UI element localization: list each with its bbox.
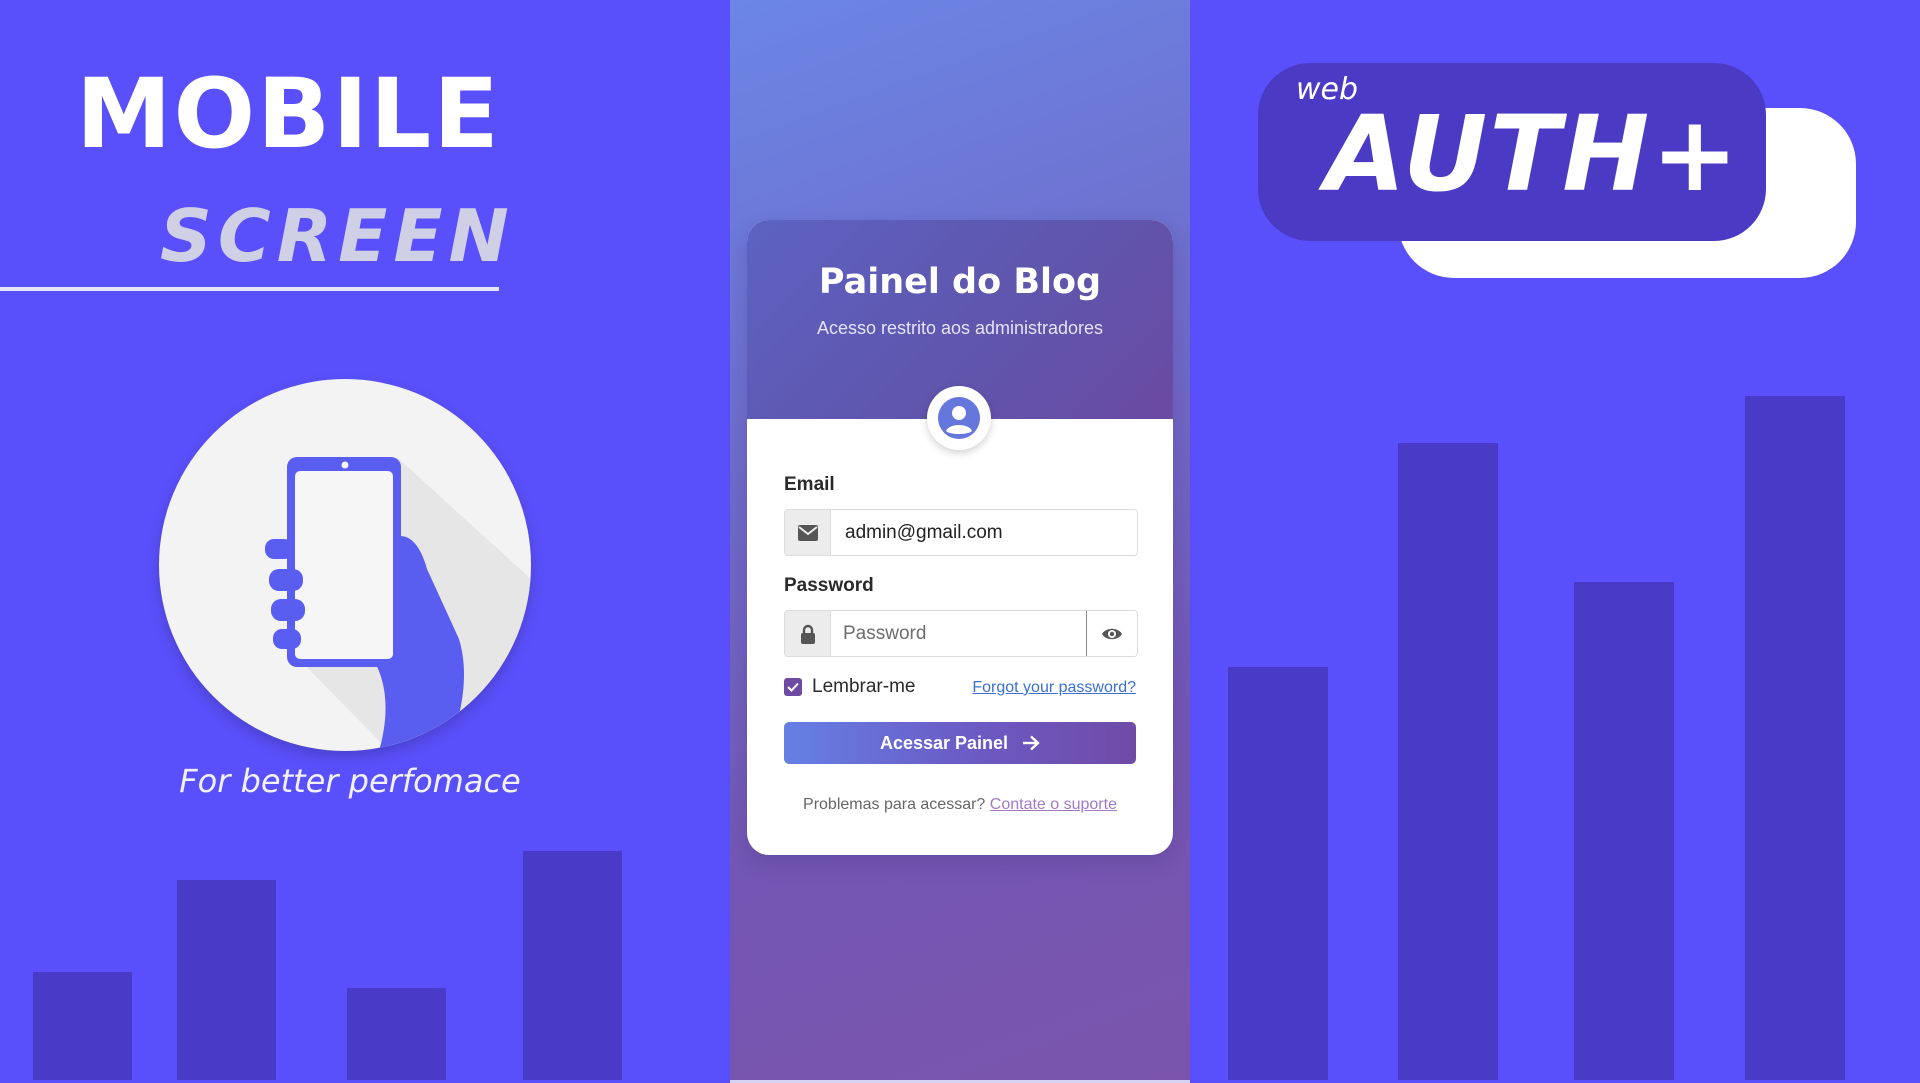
password-addon xyxy=(785,611,831,656)
remember-label[interactable]: Lembrar-me xyxy=(812,676,915,698)
eye-icon xyxy=(1102,628,1122,639)
hand-phone-icon xyxy=(265,457,531,751)
login-button-label: Acessar Painel xyxy=(879,732,1009,753)
forgot-password-link[interactable]: Forgot your password? xyxy=(969,679,1136,697)
decorative-bar xyxy=(523,851,622,1080)
avatar xyxy=(927,386,991,450)
decorative-bar xyxy=(1228,667,1328,1080)
decorative-bar xyxy=(33,972,132,1080)
password-label: Password xyxy=(784,575,874,596)
envelope-icon xyxy=(797,524,818,541)
arrow-right-icon xyxy=(1023,735,1040,751)
user-circle-icon xyxy=(938,397,980,439)
decorative-bar xyxy=(1398,443,1498,1080)
promo-tagline: For better perfomace xyxy=(179,762,521,800)
decorative-bar xyxy=(347,988,446,1080)
support-link[interactable]: Contate o suporte xyxy=(990,796,1117,813)
hand-phone-illustration xyxy=(159,379,531,751)
password-field[interactable]: Password xyxy=(784,610,1138,657)
lock-icon xyxy=(800,624,815,644)
email-input[interactable]: admin@gmail.com xyxy=(845,510,1003,555)
mobile-screen: Painel do Blog Acesso restrito aos admin… xyxy=(730,0,1190,1083)
password-input[interactable]: Password xyxy=(843,611,926,656)
toggle-password-button[interactable] xyxy=(1086,611,1137,656)
help-line: Problemas para acessar? Contate o suport… xyxy=(747,796,1173,814)
decorative-bar xyxy=(177,880,276,1080)
promo-title: MOBILE xyxy=(76,58,501,170)
page-title: Painel do Blog xyxy=(818,262,1102,302)
decorative-bar xyxy=(1745,396,1845,1080)
email-field[interactable]: admin@gmail.com xyxy=(784,509,1138,556)
help-text: Problemas para acessar? xyxy=(803,796,986,813)
login-card: Painel do Blog Acesso restrito aos admin… xyxy=(747,220,1173,855)
checkmark-icon xyxy=(787,682,799,692)
promo-divider xyxy=(0,287,499,291)
email-addon xyxy=(785,510,831,555)
email-label: Email xyxy=(784,474,835,495)
decorative-bar xyxy=(1574,582,1674,1080)
promo-subtitle: SCREEN xyxy=(160,194,515,278)
page-subtitle: Acesso restrito aos administradores xyxy=(816,318,1104,338)
remember-checkbox[interactable] xyxy=(784,678,802,696)
brand-logo-text: AUTH+ xyxy=(1325,93,1741,215)
login-button[interactable]: Acessar Painel xyxy=(784,722,1136,764)
